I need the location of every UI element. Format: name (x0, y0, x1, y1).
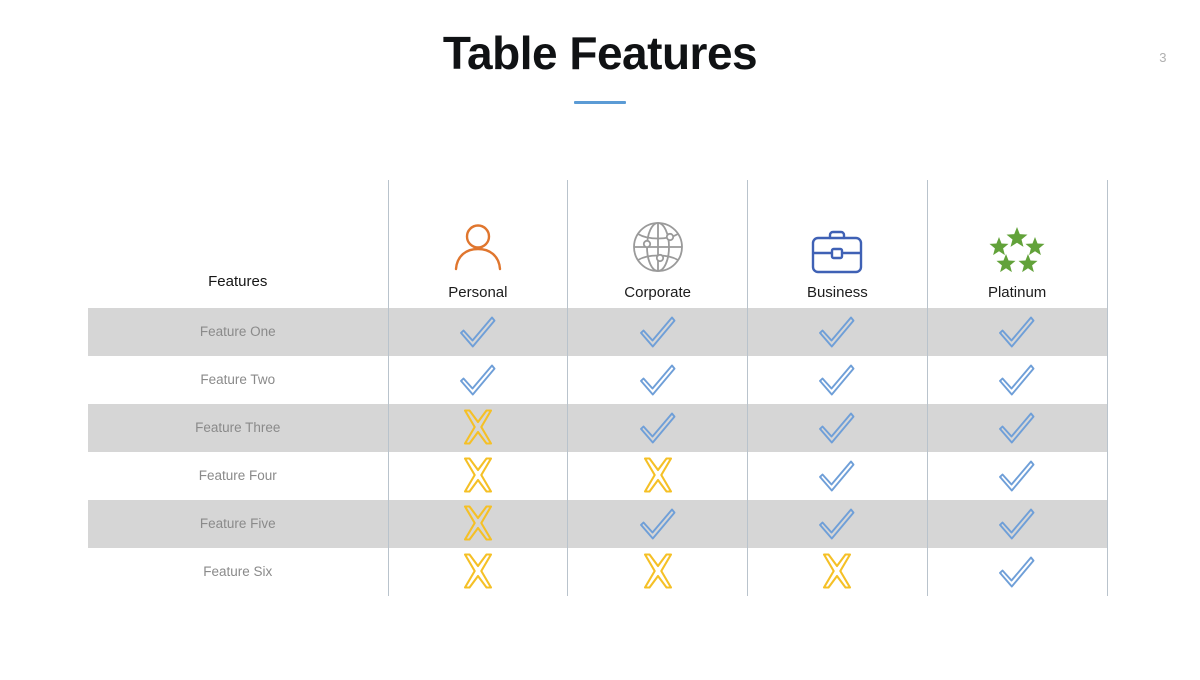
feature-availability-cell (567, 356, 748, 404)
plan-column-label: Corporate (624, 284, 691, 301)
check-icon (994, 452, 1040, 498)
feature-comparison-table: Features Personal Corporate Business Platinu… (88, 180, 1108, 596)
table-row: Feature Four (88, 452, 1108, 500)
plan-column-header-corporate[interactable]: Corporate (567, 180, 748, 308)
feature-availability-cell (747, 452, 928, 500)
feature-availability-cell (926, 404, 1108, 452)
check-icon (455, 356, 501, 402)
feature-row-label: Feature Four (198, 468, 277, 484)
feature-row-label: Feature Three (195, 420, 281, 436)
plan-column-header-platinum[interactable]: Platinum (926, 180, 1108, 308)
feature-row-label: Feature One (199, 324, 276, 340)
feature-row-label-cell: Feature Two (88, 356, 388, 404)
table-row: Feature One (88, 308, 1108, 356)
cross-icon (455, 500, 501, 546)
check-icon (814, 308, 860, 354)
page-title: Table Features (442, 27, 758, 79)
feature-row-label: Feature Five (199, 516, 276, 532)
table-row: Feature Two (88, 356, 1108, 404)
check-icon (814, 356, 860, 402)
globe-icon (568, 217, 747, 275)
check-icon (814, 404, 860, 450)
feature-row-label-cell: Feature Five (88, 500, 388, 548)
five-stars-icon (928, 217, 1107, 275)
table-header-row: Features Personal Corporate Business Platinu… (88, 180, 1108, 308)
user-icon (389, 217, 568, 275)
table-row: Feature Three (88, 404, 1108, 452)
feature-availability-cell (567, 452, 748, 500)
feature-availability-cell (926, 356, 1108, 404)
feature-availability-cell (387, 500, 568, 548)
feature-availability-cell (387, 308, 568, 356)
title-underline-accent (574, 100, 626, 104)
feature-row-label: Feature Six (203, 564, 273, 580)
check-icon (635, 356, 681, 402)
feature-availability-cell (387, 404, 568, 452)
feature-availability-cell (926, 548, 1108, 596)
feature-availability-cell (747, 500, 928, 548)
check-icon (814, 452, 860, 498)
feature-column-header-cell: Features (88, 180, 388, 308)
check-icon (994, 548, 1040, 594)
feature-row-label-cell: Feature Six (88, 548, 388, 596)
plan-column-header-business[interactable]: Business (747, 180, 928, 308)
cross-icon (635, 452, 681, 498)
feature-availability-cell (567, 308, 748, 356)
feature-availability-cell (387, 548, 568, 596)
cross-icon (814, 548, 860, 594)
feature-availability-cell (926, 308, 1108, 356)
check-icon (635, 404, 681, 450)
check-icon (994, 500, 1040, 546)
feature-availability-cell (926, 500, 1108, 548)
feature-availability-cell (567, 500, 748, 548)
feature-availability-cell (926, 452, 1108, 500)
check-icon (994, 356, 1040, 402)
feature-availability-cell (387, 356, 568, 404)
feature-availability-cell (747, 548, 928, 596)
plan-column-label: Business (806, 284, 868, 301)
feature-availability-cell (567, 404, 748, 452)
check-icon (635, 308, 681, 354)
check-icon (994, 404, 1040, 450)
plan-column-label: Personal (448, 284, 508, 301)
plan-column-label: Platinum (987, 284, 1047, 301)
table-row: Feature Five (88, 500, 1108, 548)
cross-icon (635, 548, 681, 594)
cross-icon (455, 548, 501, 594)
cross-icon (455, 404, 501, 450)
table: Features Personal Corporate Business Platinu… (88, 180, 1108, 596)
briefcase-icon (748, 217, 927, 275)
check-icon (994, 308, 1040, 354)
feature-availability-cell (747, 308, 928, 356)
feature-availability-cell (747, 404, 928, 452)
table-row: Feature Six (88, 548, 1108, 596)
feature-row-label-cell: Feature Three (88, 404, 388, 452)
plan-column-header-personal[interactable]: Personal (387, 180, 568, 308)
feature-row-label-cell: Feature Four (88, 452, 388, 500)
feature-row-label-cell: Feature One (88, 308, 388, 356)
check-icon (455, 308, 501, 354)
feature-availability-cell (387, 452, 568, 500)
feature-availability-cell (747, 356, 928, 404)
check-icon (814, 500, 860, 546)
title-block: Table Features (0, 28, 1200, 104)
feature-column-header-label: Features (208, 273, 268, 290)
feature-availability-cell (567, 548, 748, 596)
check-icon (635, 500, 681, 546)
cross-icon (455, 452, 501, 498)
feature-row-label: Feature Two (200, 372, 276, 388)
